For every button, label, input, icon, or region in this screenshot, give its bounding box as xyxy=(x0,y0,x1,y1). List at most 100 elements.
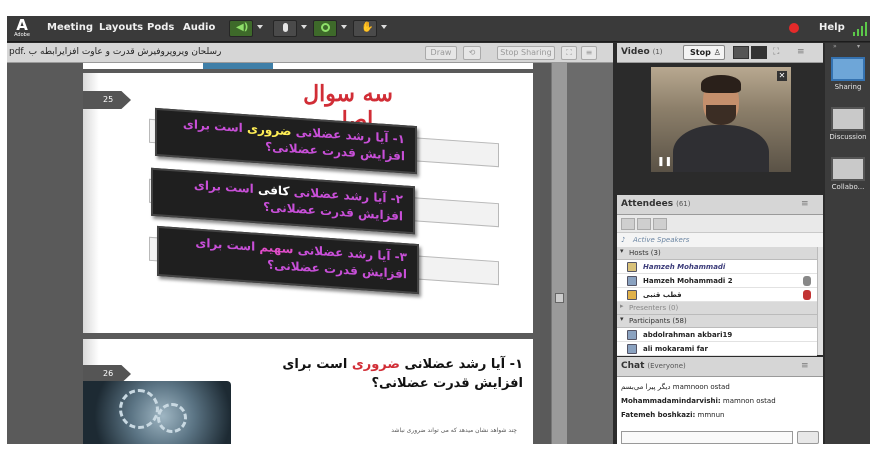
chat-input[interactable] xyxy=(621,431,793,444)
participant-row[interactable]: abdolrahman akbari19 xyxy=(617,328,817,342)
draw-button[interactable]: Draw xyxy=(425,46,457,60)
presenters-group-header[interactable]: ▸ Presenters (0) xyxy=(617,302,817,315)
layout-collaboration[interactable]: Collabo... xyxy=(827,157,869,197)
webcam-icon xyxy=(321,23,330,32)
grid-layout-icon[interactable] xyxy=(733,46,749,59)
share-pod-header: pdf. رسلحان ویروپروفیرش قدرت و عاوت افزا… xyxy=(7,43,613,63)
close-icon[interactable]: ✕ xyxy=(777,71,787,81)
hosts-group-header[interactable]: ▾ Hosts (3) xyxy=(617,247,817,260)
attendees-scrollbar[interactable] xyxy=(817,247,823,355)
user-icon: ♙ xyxy=(713,48,721,57)
chat-pod: Chat (Everyone) ≡ دیگر پیرا می‌بسم mamnoo… xyxy=(617,357,823,444)
layout-label: Discussion xyxy=(829,133,867,141)
collapse-icon[interactable]: » xyxy=(833,43,837,50)
pause-icon[interactable]: ❚❚ xyxy=(657,157,672,167)
attendees-pod-title: Attendees (61) xyxy=(621,199,691,209)
speaker-dropdown-icon[interactable] xyxy=(257,25,263,29)
layout-thumbnail xyxy=(831,157,865,181)
slide-25: 25 سه سوال اصلی ۱- آیا رشد عضلانی ضروری … xyxy=(83,73,533,333)
host-row[interactable]: Hamzeh Mohammadi xyxy=(617,260,817,274)
attendees-pod: Attendees (61) ≡ ♪ Active Speakers ▾ Hosts… xyxy=(617,195,823,356)
scroll-handle[interactable] xyxy=(555,293,564,303)
gear-icon xyxy=(119,389,159,429)
layout-label: Sharing xyxy=(834,83,862,91)
shared-document-viewport[interactable]: 25 سه سوال اصلی ۱- آیا رشد عضلانی ضروری … xyxy=(7,63,613,444)
attendees-toolbar xyxy=(617,215,823,233)
speaker-icon: ♪ xyxy=(621,236,626,244)
sync-button[interactable]: ⟲ xyxy=(463,46,481,60)
webcam-video-feed[interactable]: ✕ ❚❚ xyxy=(651,67,791,172)
gear-icon xyxy=(157,403,187,433)
slide-24-image xyxy=(203,63,273,69)
fullscreen-icon[interactable]: ⛶ xyxy=(773,47,779,57)
menu-icon[interactable]: ≡ xyxy=(801,361,809,371)
layout-discussion[interactable]: Discussion xyxy=(827,107,869,147)
adobe-connect-window: A Adobe Meeting Layouts Pods Audio ◀) ✋ H… xyxy=(7,16,870,444)
video-pod-title: Video (1) xyxy=(621,47,663,57)
slide-subtitle: چند شواهد نشان میدهد که می تواند ضروری ن… xyxy=(391,427,517,434)
speaker-icon: ◀) xyxy=(236,22,249,33)
sync-icon: ⟲ xyxy=(468,48,476,57)
participant-icon xyxy=(627,330,637,340)
fullscreen-icon[interactable] xyxy=(637,218,651,230)
microphone-icon xyxy=(283,23,288,32)
microphone-button[interactable] xyxy=(273,20,297,37)
stop-video-button[interactable]: Stop ♙ xyxy=(683,45,725,60)
slide-24-remnant xyxy=(83,63,533,69)
question-text-2: ۲- آیا رشد عضلانی کافی است برای افزایش ق… xyxy=(193,177,403,224)
raise-hand-button[interactable]: ✋ xyxy=(353,20,377,37)
connection-signal-icon xyxy=(853,22,867,36)
fullscreen-icon: ⛶ xyxy=(566,48,572,57)
menu-icon: ≡ xyxy=(585,48,593,57)
sidebar-controls: » ▾ xyxy=(825,43,870,53)
host-icon xyxy=(627,290,637,300)
adobe-logo: A Adobe xyxy=(14,16,30,39)
share-pod: pdf. رسلحان ویروپروفیرش قدرت و عاوت افزا… xyxy=(7,43,613,444)
chevron-down-icon[interactable]: ▾ xyxy=(857,43,860,50)
menu-icon[interactable]: ≡ xyxy=(801,199,809,209)
webcam-button[interactable] xyxy=(313,20,337,37)
menu-audio[interactable]: Audio xyxy=(183,22,215,33)
menu-icon[interactable]: ≡ xyxy=(797,47,805,57)
video-pod-header: Video (1) Stop ♙ ⛶ ≡ xyxy=(617,43,823,63)
top-menu-bar: A Adobe Meeting Layouts Pods Audio ◀) ✋ H… xyxy=(7,16,870,42)
stop-sharing-button[interactable]: Stop Sharing xyxy=(497,46,555,60)
chat-send-button[interactable] xyxy=(797,431,819,444)
participants-group-header[interactable]: ▾ Participants (58) xyxy=(617,315,817,328)
presenter-hair xyxy=(701,75,741,93)
webcam-dropdown-icon[interactable] xyxy=(341,25,347,29)
speaker-button[interactable]: ◀) xyxy=(229,20,253,37)
microphone-muted-icon xyxy=(803,290,811,300)
question-card-2: ۲- آیا رشد عضلانی کافی است برای افزایش ق… xyxy=(151,167,415,235)
host-icon xyxy=(627,262,637,272)
microphone-icon xyxy=(803,276,811,286)
list-view-icon[interactable] xyxy=(621,218,635,230)
menu-meeting[interactable]: Meeting xyxy=(47,22,93,33)
brain-gears-image xyxy=(83,381,231,444)
menu-help[interactable]: Help xyxy=(819,22,845,33)
participant-row[interactable]: ali mokarami far xyxy=(617,342,817,356)
recording-indicator-icon[interactable] xyxy=(789,23,799,33)
pod-options-button[interactable]: ≡ xyxy=(581,46,597,60)
raise-hand-icon: ✋ xyxy=(361,22,374,33)
raise-hand-dropdown-icon[interactable] xyxy=(381,25,387,29)
filmstrip-layout-icon[interactable] xyxy=(751,46,767,59)
video-pod: Video (1) Stop ♙ ⛶ ≡ ✕ ❚❚ xyxy=(617,43,823,193)
question-card-3: ۳- آیا رشد عضلانی سهیم است برای افزایش ق… xyxy=(157,225,419,295)
chat-message: Fatemeh boshkazi: mmnun xyxy=(621,411,725,419)
menu-pods[interactable]: Pods xyxy=(147,22,174,33)
fullscreen-button[interactable]: ⛶ xyxy=(561,46,577,60)
microphone-dropdown-icon[interactable] xyxy=(301,25,307,29)
share-scrollbar[interactable] xyxy=(551,63,567,444)
slide-number-badge: 25 xyxy=(83,91,131,109)
presenter-beard xyxy=(706,105,736,125)
layout-sharing[interactable]: Sharing xyxy=(827,57,869,97)
layout-label: Collabo... xyxy=(831,183,865,191)
menu-layouts[interactable]: Layouts xyxy=(99,22,143,33)
layout-thumbnail xyxy=(831,107,865,131)
share-pod-gutter xyxy=(567,63,613,444)
host-row[interactable]: قطب قنبی xyxy=(617,288,817,302)
host-row[interactable]: Hamzeh Mohammadi 2 xyxy=(617,274,817,288)
caret-down-icon: ▾ xyxy=(620,315,624,323)
sort-icon[interactable] xyxy=(653,218,667,230)
